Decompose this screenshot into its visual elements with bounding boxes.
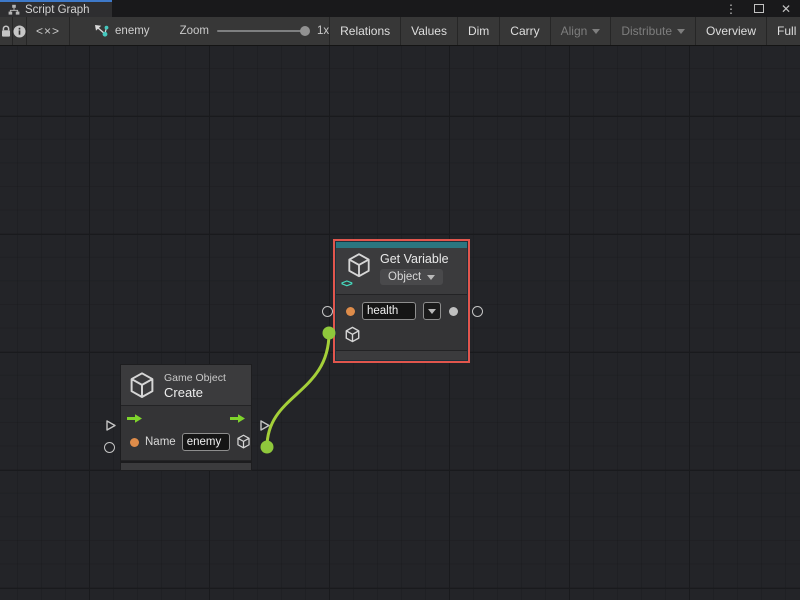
node-body	[336, 294, 467, 351]
value-output-port[interactable]	[449, 307, 458, 316]
node-supertitle: Game Object	[164, 372, 226, 384]
flow-output-arrow-icon[interactable]	[229, 413, 246, 424]
overview-button[interactable]: Overview	[695, 17, 766, 45]
node-create-game-object[interactable]: Game Object Create	[120, 364, 252, 471]
variable-name-dropdown-button[interactable]	[423, 302, 441, 320]
variable-cube-icon: <>	[342, 252, 372, 290]
variable-scope-dropdown[interactable]: Object	[380, 269, 443, 285]
info-icon	[13, 25, 26, 38]
game-object-output-cube-icon[interactable]	[236, 434, 251, 450]
code-view-button[interactable]: <×>	[27, 17, 70, 45]
node-header: <> Get Variable Object	[336, 248, 467, 294]
carry-button[interactable]: Carry	[499, 17, 549, 45]
node-footer	[121, 461, 251, 470]
tab-title: Script Graph	[25, 4, 90, 16]
object-input-cube-icon[interactable]	[344, 326, 361, 344]
script-graph-window: Script Graph ⋮ ✕	[0, 0, 800, 600]
caret-down-icon	[428, 309, 436, 314]
relations-button[interactable]: Relations	[329, 17, 400, 45]
graph-name-label: enemy	[115, 25, 150, 37]
node-title: Get Variable	[380, 252, 449, 266]
script-graph-asset-icon	[94, 24, 109, 38]
flow-input-arrow-icon[interactable]	[126, 413, 143, 424]
zoom-control: Zoom 1x	[180, 17, 330, 45]
code-icon: <×>	[36, 24, 60, 38]
lock-button[interactable]	[0, 17, 13, 45]
graph-toolbar: <×> enemy Zoom 1x Relatio	[0, 17, 800, 46]
window-controls: ⋮ ✕	[725, 0, 800, 17]
port-name-input[interactable]	[104, 442, 115, 453]
zoom-value: 1x	[317, 25, 329, 37]
align-dropdown-button[interactable]: Align	[550, 17, 611, 45]
maximize-icon[interactable]	[754, 4, 764, 13]
node-header: Game Object Create	[121, 365, 251, 405]
close-icon[interactable]: ✕	[781, 3, 791, 15]
graph-canvas[interactable]: Game Object Create	[0, 46, 800, 600]
lock-icon	[0, 25, 12, 38]
name-input-port[interactable]	[130, 438, 139, 447]
variable-name-input[interactable]	[362, 302, 416, 320]
variable-name-input-port[interactable]	[346, 307, 355, 316]
tab-script-graph[interactable]: Script Graph	[0, 0, 112, 17]
zoom-slider-handle[interactable]	[300, 26, 310, 36]
name-port-label: Name	[145, 436, 176, 448]
port-flow-input[interactable]	[104, 419, 117, 432]
title-bar: Script Graph ⋮ ✕	[0, 0, 800, 17]
port-variable-name-input[interactable]	[322, 306, 333, 317]
caret-down-icon	[427, 275, 435, 280]
zoom-slider[interactable]	[217, 25, 309, 37]
graph-breadcrumb[interactable]: enemy	[94, 17, 150, 45]
zoom-slider-track	[217, 30, 309, 32]
node-title: Create	[164, 385, 226, 400]
info-button[interactable]	[13, 17, 27, 45]
kebab-menu-icon[interactable]: ⋮	[725, 3, 737, 15]
graph-hierarchy-icon	[8, 4, 20, 16]
wire-start-dot	[261, 441, 274, 454]
cube-icon	[128, 371, 156, 401]
full-screen-button[interactable]: Full Screen	[766, 17, 800, 45]
name-value-input[interactable]	[182, 433, 230, 451]
caret-down-icon	[677, 29, 685, 34]
dim-button[interactable]: Dim	[457, 17, 499, 45]
zoom-label: Zoom	[180, 25, 209, 37]
values-button[interactable]: Values	[400, 17, 457, 45]
node-body: Name	[121, 405, 251, 461]
node-get-variable[interactable]: <> Get Variable Object	[333, 239, 470, 363]
code-brackets-icon: <>	[341, 278, 352, 290]
node-footer	[336, 351, 467, 360]
port-flow-output[interactable]	[258, 419, 271, 432]
distribute-dropdown-button[interactable]: Distribute	[610, 17, 695, 45]
caret-down-icon	[592, 29, 600, 34]
port-value-output[interactable]	[472, 306, 483, 317]
